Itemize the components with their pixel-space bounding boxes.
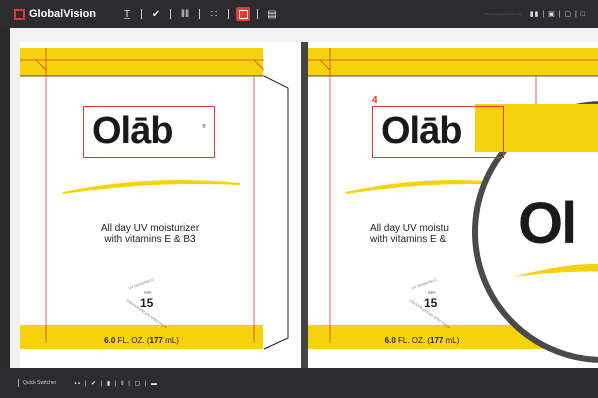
spf-label: SPF — [428, 290, 436, 295]
barcode-icon[interactable]: ‖‖ — [178, 7, 192, 21]
spf-label: SPF — [144, 290, 152, 295]
volume-close: mL) — [443, 336, 460, 345]
registered-mark: ® — [202, 124, 206, 130]
tagline-line-2: with vitamins E & — [370, 234, 447, 245]
left-label-outline — [20, 48, 289, 350]
braille-icon[interactable]: ∷ — [207, 7, 221, 21]
volume-close: mL) — [162, 336, 179, 345]
toolbar-divider — [257, 9, 259, 19]
toolbar-divider — [141, 9, 143, 19]
volume-ml: 177 — [430, 336, 444, 345]
bottom-divider — [18, 379, 19, 387]
toolbar-divider — [199, 9, 201, 19]
volume-label: 6.0 FL. OZ. (177 mL) — [20, 336, 263, 345]
volume-ml: 177 — [149, 336, 163, 345]
left-document-panel[interactable]: Olāb ® All day UV moisturizer with vitam… — [20, 42, 301, 368]
spf-value: 15 — [424, 296, 438, 310]
difference-marker[interactable]: 4 — [372, 95, 378, 106]
quick-switcher-icons[interactable]: ▪▪ | ✔ | ▮ | ‖ | ▢ | ▬ — [74, 380, 158, 387]
compare-workspace: Olāb ® All day UV moisturizer with vitam… — [10, 28, 598, 368]
spelling-icon[interactable]: ✔ — [149, 7, 163, 21]
quick-switcher[interactable]: Quick Switcher — [18, 379, 56, 387]
tool-group: T̲ ✔ ‖‖ ∷ ▤ — [118, 7, 281, 21]
volume-label: 6.0 FL. OZ. (177 mL) — [308, 336, 536, 345]
volume-number: 6.0 — [384, 336, 396, 345]
quick-switcher-label: Quick Switcher — [23, 380, 57, 386]
product-tagline: All day UV moistu with vitamins E & — [370, 223, 500, 245]
toolbar-divider — [228, 9, 230, 19]
volume-unit: FL. OZ. ( — [395, 336, 430, 345]
logo-square-icon — [14, 8, 25, 20]
app-logo: GlobalVision — [14, 8, 96, 20]
brand-logo-text: Olāb — [381, 110, 462, 152]
volume-number: 6.0 — [104, 336, 116, 345]
top-toolbar: GlobalVision T̲ ✔ ‖‖ ∷ ▤ compare@globalv… — [0, 0, 598, 28]
tagline-line-2: with vitamins E & B3 — [104, 234, 196, 245]
header-right: compare@globalvision.com ▮▮ | ▣ | ▢ | □ — [485, 10, 586, 18]
volume-unit: FL. OZ. ( — [115, 336, 150, 345]
magnifier-brand-text: Ol — [518, 191, 577, 256]
brand-logo-text: Olāb — [92, 110, 173, 152]
bottom-bar: Quick Switcher ▪▪ | ✔ | ▮ | ‖ | ▢ | ▬ — [0, 368, 598, 398]
right-document-panel[interactable]: 4 Olāb All day UV moistu with vitamins E… — [308, 42, 598, 368]
panel-splitter[interactable] — [301, 42, 308, 368]
tagline-line-1: All day UV moistu — [370, 223, 449, 234]
report-icon[interactable]: ▤ — [265, 7, 279, 21]
tagline-line-1: All day UV moisturizer — [100, 223, 200, 234]
user-email: compare@globalvision.com — [484, 12, 522, 16]
app-name: GlobalVision — [29, 8, 97, 20]
text-compare-icon[interactable]: T̲ — [120, 7, 134, 21]
layout-icons[interactable]: ▮▮ | ▣ | ▢ | □ — [530, 10, 586, 18]
toolbar-divider — [170, 9, 172, 19]
graphics-compare-icon[interactable] — [236, 7, 251, 21]
product-tagline: All day UV moisturizer with vitamins E &… — [60, 223, 240, 245]
